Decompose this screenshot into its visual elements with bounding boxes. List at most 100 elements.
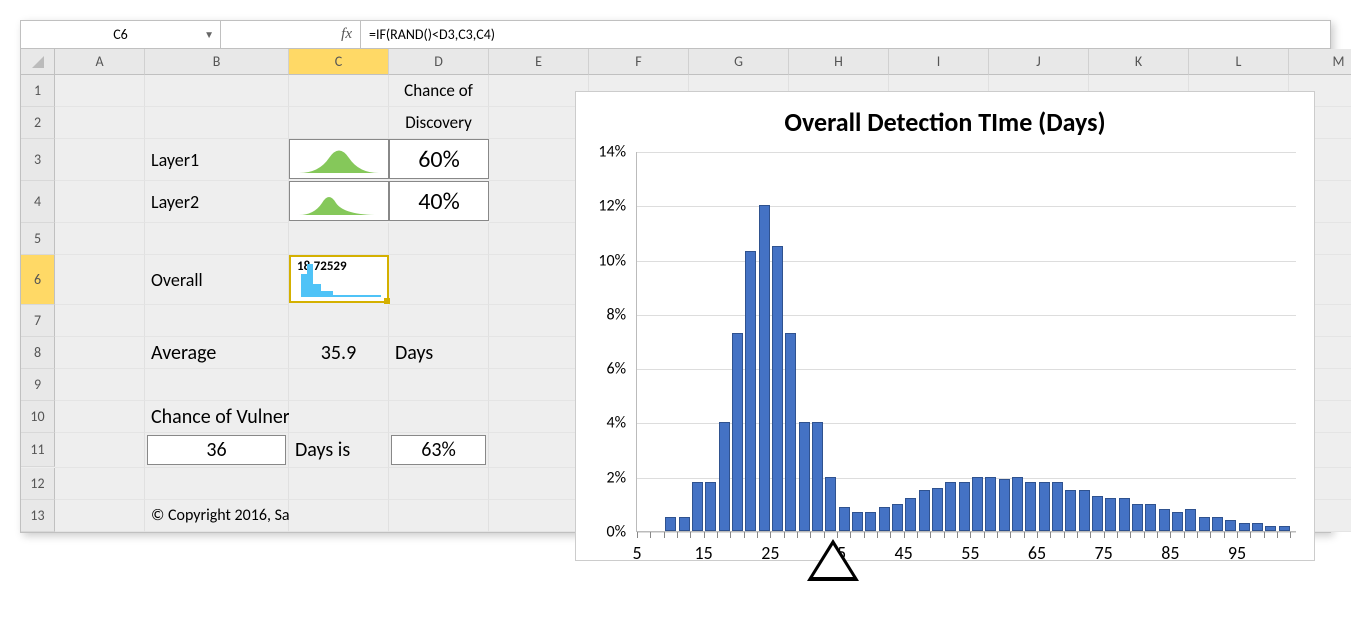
cell-A10[interactable] <box>55 401 145 433</box>
row-header-8[interactable]: 8 <box>21 337 55 369</box>
cell-E1[interactable] <box>489 75 589 107</box>
cell-B2[interactable] <box>145 107 289 139</box>
cell-E9[interactable] <box>489 369 589 401</box>
cell-C2[interactable] <box>289 107 389 139</box>
cell-A12[interactable] <box>55 468 145 500</box>
col-header-K[interactable]: K <box>1089 49 1189 75</box>
row-header-6[interactable]: 6 <box>21 255 55 305</box>
row-header-3[interactable]: 3 <box>21 139 55 181</box>
cell-E5[interactable] <box>489 223 589 255</box>
cell-E13[interactable] <box>489 500 589 532</box>
fx-label[interactable]: fx <box>221 21 361 48</box>
cell-C4-distribution[interactable] <box>289 181 389 221</box>
cell-B3[interactable]: Layer1 <box>145 139 289 181</box>
cell-C9[interactable] <box>289 369 389 401</box>
row-header-9[interactable]: 9 <box>21 369 55 401</box>
cell-C3-distribution[interactable] <box>289 139 389 179</box>
col-header-D[interactable]: D <box>389 49 489 75</box>
cell-A13[interactable] <box>55 500 145 532</box>
cell-A11[interactable] <box>55 433 145 468</box>
cell-B11[interactable]: 36 <box>145 433 289 468</box>
row-header-2[interactable]: 2 <box>21 107 55 139</box>
cell-C7[interactable] <box>289 305 389 337</box>
cell-A8[interactable] <box>55 337 145 369</box>
days-input[interactable]: 36 <box>147 435 286 465</box>
col-header-E[interactable]: E <box>489 49 589 75</box>
col-header-G[interactable]: G <box>689 49 789 75</box>
cell-E4[interactable] <box>489 181 589 223</box>
cell-D12[interactable] <box>389 468 489 500</box>
col-header-I[interactable]: I <box>889 49 989 75</box>
cell-E3[interactable] <box>489 139 589 181</box>
row-header-13[interactable]: 13 <box>21 500 55 532</box>
cell-B9[interactable] <box>145 369 289 401</box>
cell-E11[interactable] <box>489 433 589 468</box>
cell-D10[interactable] <box>389 401 489 433</box>
cell-D1[interactable]: Chance of <box>389 75 489 107</box>
formula-input[interactable] <box>361 21 1330 48</box>
row-header-4[interactable]: 4 <box>21 181 55 223</box>
cell-A2[interactable] <box>55 107 145 139</box>
col-header-F[interactable]: F <box>589 49 689 75</box>
cell-D5[interactable] <box>389 223 489 255</box>
col-header-B[interactable]: B <box>145 49 289 75</box>
cell-A5[interactable] <box>55 223 145 255</box>
cell-C8[interactable]: 35.9 <box>289 337 389 369</box>
cell-A3[interactable] <box>55 139 145 181</box>
cell-D11[interactable]: 63% <box>389 433 489 468</box>
cell-D9[interactable] <box>389 369 489 401</box>
cell-C5[interactable] <box>289 223 389 255</box>
cell-C12[interactable] <box>289 468 389 500</box>
cell-C6-selected[interactable]: 18.72529 <box>289 255 389 303</box>
cell-A6[interactable] <box>55 255 145 305</box>
cell-A7[interactable] <box>55 305 145 337</box>
cell-B10[interactable]: Chance of Vulnerability < <box>145 401 289 433</box>
col-header-M[interactable]: M <box>1289 49 1351 75</box>
cell-D7[interactable] <box>389 305 489 337</box>
cell-B4[interactable]: Layer2 <box>145 181 289 223</box>
cell-E6[interactable] <box>489 255 589 305</box>
cell-A1[interactable] <box>55 75 145 107</box>
cell-E2[interactable] <box>489 107 589 139</box>
cell-D2[interactable]: Discovery <box>389 107 489 139</box>
embedded-chart[interactable]: Overall Detection TIme (Days) 0%2%4%6%8%… <box>575 91 1315 561</box>
cell-C11[interactable]: Days is <box>289 433 389 468</box>
row-header-7[interactable]: 7 <box>21 305 55 337</box>
cell-B7[interactable] <box>145 305 289 337</box>
col-header-L[interactable]: L <box>1189 49 1289 75</box>
cell-D6[interactable] <box>389 255 489 305</box>
cell-E10[interactable] <box>489 401 589 433</box>
row-header-12[interactable]: 12 <box>21 468 55 500</box>
cell-A4[interactable] <box>55 181 145 223</box>
cell-B6[interactable]: Overall <box>145 255 289 305</box>
cell-B5[interactable] <box>145 223 289 255</box>
col-header-A[interactable]: A <box>55 49 145 75</box>
cell-B8[interactable]: Average <box>145 337 289 369</box>
cell-B13[interactable]: © Copyright 2016, Sam L. Savage <box>145 500 289 532</box>
cell-D13[interactable] <box>389 500 489 532</box>
cell-D4[interactable]: 40% <box>389 181 489 221</box>
dropdown-icon[interactable]: ▼ <box>204 28 214 41</box>
cell-B12[interactable] <box>145 468 289 500</box>
col-header-J[interactable]: J <box>989 49 1089 75</box>
cell-B1[interactable] <box>145 75 289 107</box>
fill-handle[interactable] <box>384 298 390 304</box>
row-header-5[interactable]: 5 <box>21 223 55 255</box>
normal-dist-icon <box>294 185 384 217</box>
select-all-corner[interactable] <box>21 49 55 75</box>
cell-E12[interactable] <box>489 468 589 500</box>
row-header-10[interactable]: 10 <box>21 401 55 433</box>
cell-D3[interactable]: 60% <box>389 139 489 179</box>
cell-C1[interactable] <box>289 75 389 107</box>
cell-E7[interactable] <box>489 305 589 337</box>
cell-A9[interactable] <box>55 369 145 401</box>
row-header-1[interactable]: 1 <box>21 75 55 107</box>
cell-E8[interactable] <box>489 337 589 369</box>
row-header-11[interactable]: 11 <box>21 433 55 467</box>
cell-D8[interactable]: Days <box>389 337 489 369</box>
col-header-H[interactable]: H <box>789 49 889 75</box>
cell-C13[interactable] <box>289 500 389 532</box>
name-box[interactable]: C6 ▼ <box>21 21 221 48</box>
col-header-C[interactable]: C <box>289 49 389 75</box>
cell-C10[interactable] <box>289 401 389 433</box>
